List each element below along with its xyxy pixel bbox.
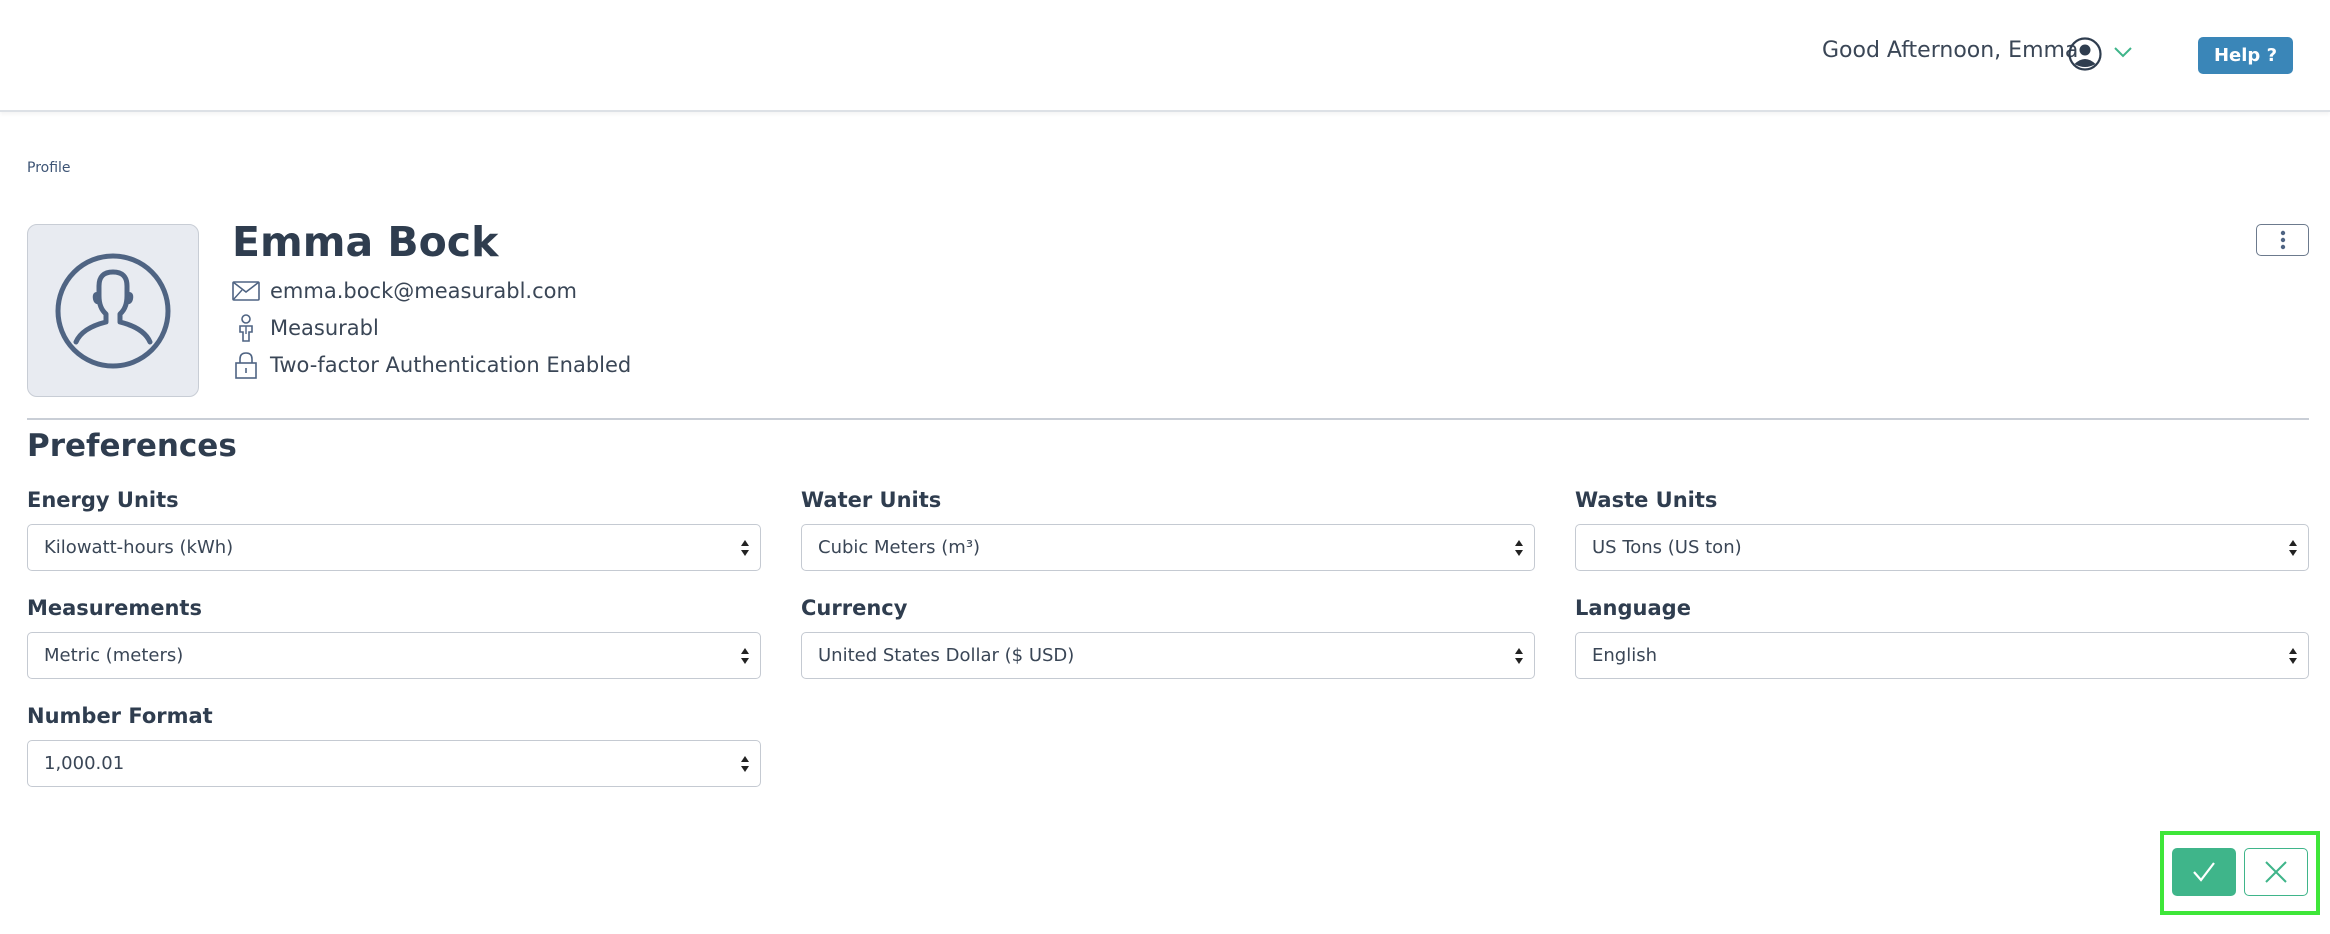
profile-security-row: Two-factor Authentication Enabled <box>232 351 631 379</box>
cancel-button[interactable] <box>2244 848 2308 896</box>
select-arrows-icon <box>741 540 749 556</box>
currency-label: Currency <box>801 596 908 620</box>
person-icon <box>232 314 260 342</box>
measurements-select[interactable]: Metric (meters) <box>27 632 761 679</box>
number-format-value: 1,000.01 <box>44 753 125 774</box>
waste-units-value: US Tons (US ton) <box>1592 537 1742 558</box>
help-button[interactable]: Help ? <box>2198 37 2293 74</box>
energy-units-field: Energy Units Kilowatt-hours (kWh) <box>27 488 761 571</box>
top-bar: Good Afternoon, Emma Help ? <box>0 0 2330 112</box>
waste-units-field: Waste Units US Tons (US ton) <box>1575 488 2309 571</box>
envelope-icon <box>232 277 260 305</box>
water-units-select[interactable]: Cubic Meters (m³) <box>801 524 1535 571</box>
waste-units-label: Waste Units <box>1575 488 1718 512</box>
language-value: English <box>1592 645 1657 666</box>
select-arrows-icon <box>741 756 749 772</box>
avatar <box>27 224 199 397</box>
language-label: Language <box>1575 596 1691 620</box>
measurements-field: Measurements Metric (meters) <box>27 596 761 679</box>
water-units-value: Cubic Meters (m³) <box>818 537 981 558</box>
language-field: Language English <box>1575 596 2309 679</box>
measurements-value: Metric (meters) <box>44 645 184 666</box>
energy-units-select[interactable]: Kilowatt-hours (kWh) <box>27 524 761 571</box>
section-divider <box>27 418 2309 420</box>
measurements-label: Measurements <box>27 596 202 620</box>
currency-select[interactable]: United States Dollar ($ USD) <box>801 632 1535 679</box>
select-arrows-icon <box>741 648 749 664</box>
more-options-button[interactable] <box>2256 224 2309 256</box>
number-format-select[interactable]: 1,000.01 <box>27 740 761 787</box>
water-units-field: Water Units Cubic Meters (m³) <box>801 488 1535 571</box>
preferences-title: Preferences <box>27 428 237 464</box>
currency-value: United States Dollar ($ USD) <box>818 645 1075 666</box>
profile-organization: Measurabl <box>270 316 379 340</box>
check-icon <box>2193 862 2215 882</box>
breadcrumb[interactable]: Profile <box>27 160 71 176</box>
waste-units-select[interactable]: US Tons (US ton) <box>1575 524 2309 571</box>
profile-email: emma.bock@measurabl.com <box>270 279 577 303</box>
profile-name: Emma Bock <box>232 218 499 266</box>
chevron-down-icon[interactable] <box>2112 44 2134 60</box>
energy-units-value: Kilowatt-hours (kWh) <box>44 537 234 558</box>
user-silhouette-icon <box>55 253 171 368</box>
select-arrows-icon <box>2289 648 2297 664</box>
profile-email-row: emma.bock@measurabl.com <box>232 277 577 305</box>
number-format-field: Number Format 1,000.01 <box>27 704 761 787</box>
profile-org-row: Measurabl <box>232 314 379 342</box>
water-units-label: Water Units <box>801 488 942 512</box>
language-select[interactable]: English <box>1575 632 2309 679</box>
energy-units-label: Energy Units <box>27 488 179 512</box>
select-arrows-icon <box>1515 648 1523 664</box>
lock-icon <box>232 351 260 379</box>
currency-field: Currency United States Dollar ($ USD) <box>801 596 1535 679</box>
kebab-icon <box>2280 230 2285 250</box>
number-format-label: Number Format <box>27 704 213 728</box>
close-icon <box>2265 861 2287 883</box>
select-arrows-icon <box>1515 540 1523 556</box>
profile-security-status: Two-factor Authentication Enabled <box>270 353 632 377</box>
user-circle-icon[interactable] <box>2068 37 2102 71</box>
greeting-text: Good Afternoon, Emma <box>1822 38 2079 63</box>
save-button[interactable] <box>2172 848 2236 896</box>
select-arrows-icon <box>2289 540 2297 556</box>
